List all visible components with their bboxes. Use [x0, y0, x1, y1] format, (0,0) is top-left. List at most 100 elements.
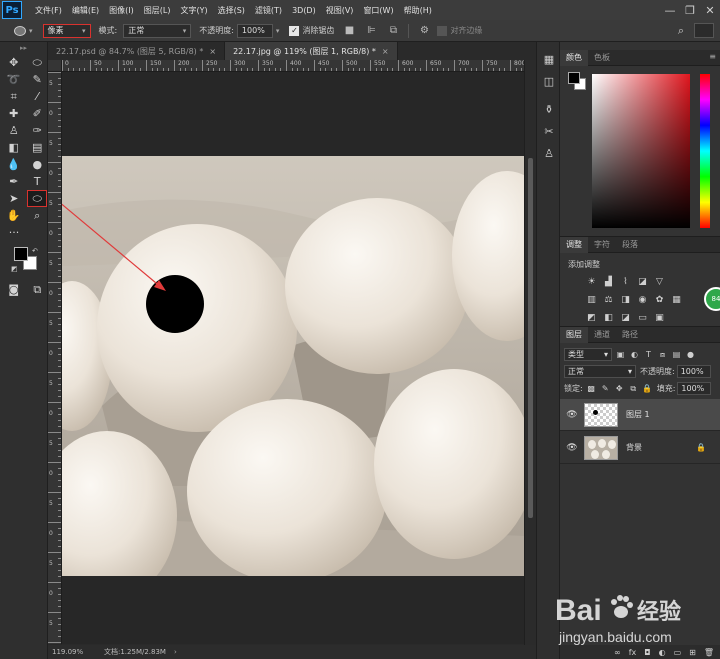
menu-window[interactable]: 窗口(W): [358, 5, 398, 16]
layer-name[interactable]: 图层 1: [626, 409, 650, 420]
menu-filter[interactable]: 滤镜(T): [250, 5, 287, 16]
eye-icon[interactable]: 👁: [564, 443, 580, 453]
color-lookup-icon[interactable]: ▦: [669, 294, 684, 306]
panel-grip-icon[interactable]: ▸▸: [0, 42, 47, 54]
history-icon[interactable]: ▦: [537, 48, 561, 70]
screen-mode-icon[interactable]: ⧉: [28, 281, 48, 298]
eraser-tool-icon[interactable]: ◧: [4, 139, 24, 156]
menu-view[interactable]: 视图(V): [321, 5, 359, 16]
swap-colors-icon[interactable]: ↶: [32, 247, 38, 255]
menu-select[interactable]: 选择(S): [213, 5, 250, 16]
lock-artboard-icon[interactable]: ⧉: [628, 383, 639, 394]
menu-file[interactable]: 文件(F): [30, 5, 67, 16]
lock-transparent-icon[interactable]: ▩: [586, 383, 597, 394]
levels-icon[interactable]: ▟: [601, 276, 616, 288]
tab-jpg-document[interactable]: 22.17.jpg @ 119% (图层 1, RGB/8) * ×: [225, 42, 398, 60]
black-white-icon[interactable]: ◨: [618, 294, 633, 306]
panel-menu-icon[interactable]: ≡: [709, 52, 716, 61]
gradient-map-icon[interactable]: ▭: [635, 312, 650, 324]
color-balance-icon[interactable]: ⚖: [601, 294, 616, 306]
history-brush-tool-icon[interactable]: ✑: [28, 122, 48, 139]
status-menu-icon[interactable]: ›: [174, 648, 177, 656]
smart-object-filter-icon[interactable]: ▤: [671, 349, 682, 360]
path-alignment-icon[interactable]: ⊫: [364, 24, 378, 38]
menu-image[interactable]: 图像(I): [104, 5, 139, 16]
stamp-tool-icon[interactable]: ♙: [4, 122, 24, 139]
color-picker-field[interactable]: [592, 74, 690, 228]
tab-color[interactable]: 颜色: [560, 49, 588, 66]
scrollbar-thumb[interactable]: [528, 158, 533, 518]
eyedropper-tool-icon[interactable]: ⁄: [28, 88, 48, 105]
default-colors-icon[interactable]: ◩: [11, 265, 18, 273]
tab-character[interactable]: 字符: [588, 237, 616, 253]
crop-tool-icon[interactable]: ⌗: [4, 88, 24, 105]
menu-3d[interactable]: 3D(D): [287, 6, 321, 15]
chevron-down-icon[interactable]: ▾: [29, 27, 33, 35]
ellipse-tool-preset-icon[interactable]: [14, 25, 26, 36]
vertical-ruler[interactable]: 5 0 5 0 5 0 5 0 5 0 5 0 5 0 5 0 5 0 5: [48, 72, 62, 644]
gear-icon[interactable]: ⚙: [417, 24, 431, 38]
layer-name[interactable]: 背景: [626, 442, 642, 453]
filter-toggle-icon[interactable]: ●: [685, 349, 696, 360]
tab-swatches[interactable]: 色板: [588, 50, 616, 66]
path-select-tool-icon[interactable]: ➤: [4, 190, 23, 207]
pixel-filter-icon[interactable]: ▣: [615, 349, 626, 360]
chevron-down-icon[interactable]: ▾: [276, 27, 280, 35]
path-operations-icon[interactable]: ■: [342, 24, 356, 38]
layer-row[interactable]: 👁 图层 1: [560, 399, 720, 431]
menu-layer[interactable]: 图层(L): [139, 5, 176, 16]
hand-tool-icon[interactable]: ✋: [4, 207, 24, 224]
eye-icon[interactable]: 👁: [564, 410, 580, 420]
tab-channels[interactable]: 通道: [588, 327, 616, 343]
restore-button[interactable]: ❐: [680, 0, 700, 20]
brightness-icon[interactable]: ☀: [584, 276, 599, 288]
canvas-area[interactable]: [62, 72, 524, 644]
quick-select-tool-icon[interactable]: ✎: [28, 71, 48, 88]
move-tool-icon[interactable]: ✥: [4, 54, 24, 71]
quick-mask-icon[interactable]: ◙: [4, 281, 24, 298]
invert-icon[interactable]: ◩: [584, 312, 599, 324]
lock-position-icon[interactable]: ✥: [614, 383, 625, 394]
properties-icon[interactable]: ◫: [537, 70, 561, 92]
adjustment-filter-icon[interactable]: ◐: [629, 349, 640, 360]
curves-icon[interactable]: ⌇: [618, 276, 633, 288]
zoom-level[interactable]: 119.09%: [52, 648, 86, 656]
lock-pixels-icon[interactable]: ✎: [600, 383, 611, 394]
minimize-button[interactable]: —: [660, 0, 680, 20]
close-icon[interactable]: ×: [382, 47, 389, 56]
opacity-input[interactable]: 100%: [236, 23, 273, 38]
tab-paragraph[interactable]: 段落: [616, 237, 644, 253]
path-arrangement-icon[interactable]: ⧉: [386, 24, 400, 38]
hue-saturation-icon[interactable]: ▥: [584, 294, 599, 306]
clone-source-icon[interactable]: ♙: [537, 142, 561, 164]
type-tool-icon[interactable]: T: [28, 173, 48, 190]
tool-mode-select[interactable]: 像素 ▾: [42, 23, 91, 38]
close-window-button[interactable]: ✕: [700, 0, 720, 20]
antialias-checkbox[interactable]: ✓: [289, 25, 300, 36]
channel-mixer-icon[interactable]: ✿: [652, 294, 667, 306]
layer-blend-mode-select[interactable]: 正常 ▾: [564, 365, 636, 378]
blend-mode-select[interactable]: 正常 ▾: [123, 23, 192, 38]
vibrance-icon[interactable]: ▽: [652, 276, 667, 288]
fill-input[interactable]: 100%: [677, 382, 712, 395]
marquee-tool-icon[interactable]: ⬭: [28, 54, 48, 71]
posterize-icon[interactable]: ◧: [601, 312, 616, 324]
lock-all-icon[interactable]: 🔒: [642, 383, 653, 394]
foreground-color[interactable]: [14, 247, 28, 261]
foreground-color[interactable]: [568, 72, 580, 84]
egg-carton-photo[interactable]: [62, 156, 524, 576]
photo-filter-icon[interactable]: ◉: [635, 294, 650, 306]
menu-edit[interactable]: 编辑(E): [67, 5, 104, 16]
tab-layers[interactable]: 图层: [560, 326, 588, 343]
tab-paths[interactable]: 路径: [616, 327, 644, 343]
horizontal-ruler[interactable]: 0 50 100 150 200 250 300 350 400 450 500…: [62, 60, 524, 72]
close-icon[interactable]: ×: [209, 47, 216, 56]
vertical-scrollbar[interactable]: [524, 60, 536, 649]
threshold-icon[interactable]: ◪: [618, 312, 633, 324]
brush-tool-icon[interactable]: ✐: [28, 105, 48, 122]
align-edges-checkbox[interactable]: [437, 25, 448, 36]
hue-slider[interactable]: [700, 74, 710, 228]
tool-presets-icon[interactable]: ✂: [537, 120, 561, 142]
lasso-tool-icon[interactable]: ➰: [4, 71, 24, 88]
pen-tool-icon[interactable]: ✒: [4, 173, 24, 190]
